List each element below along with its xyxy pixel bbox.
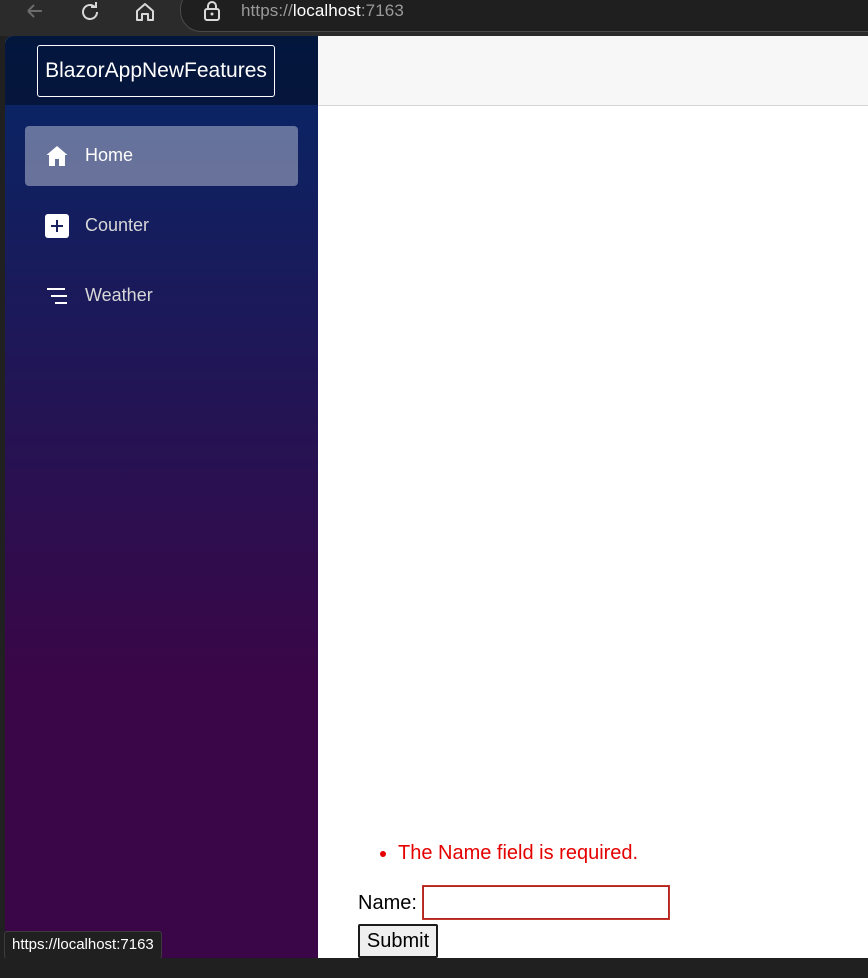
brand-link[interactable]: BlazorAppNewFeatures — [37, 45, 275, 97]
plus-square-icon — [45, 214, 69, 238]
home-icon[interactable] — [133, 0, 157, 24]
nav-item-weather[interactable]: Weather — [25, 266, 298, 326]
nav-label-home: Home — [85, 145, 134, 165]
nav-item-counter[interactable]: Counter — [25, 196, 298, 256]
sidebar: BlazorAppNewFeatures Home Counter Weathe… — [5, 36, 318, 958]
url-port: :7163 — [360, 1, 404, 20]
url-scheme: https:// — [241, 1, 293, 20]
list-icon — [45, 284, 69, 308]
url-host: localhost — [292, 1, 361, 20]
lock-icon — [203, 1, 221, 21]
nav-label-weather: Weather — [85, 285, 153, 305]
url-text[interactable]: https://localhost:7163 — [241, 1, 404, 21]
name-input[interactable] — [422, 885, 670, 920]
status-url-tooltip: https://localhost:7163 — [4, 931, 162, 959]
taskbar-strip — [0, 958, 868, 978]
nav-item-home[interactable]: Home — [25, 126, 298, 186]
top-row — [318, 36, 868, 106]
house-icon — [45, 144, 69, 168]
submit-button[interactable]: Submit — [358, 924, 438, 958]
nav-label-counter: Counter — [85, 215, 150, 235]
validation-message: The Name field is required. — [398, 840, 638, 866]
page-viewport: BlazorAppNewFeatures Home Counter Weathe… — [5, 36, 868, 958]
name-label: Name: — [358, 892, 417, 914]
back-arrow-icon[interactable] — [22, 0, 46, 24]
browser-toolbar: https://localhost:7163 — [0, 0, 868, 36]
refresh-icon[interactable] — [78, 0, 102, 24]
brand-row: BlazorAppNewFeatures — [5, 36, 318, 105]
validation-summary: The Name field is required. — [358, 840, 638, 866]
main-content: The Name field is required. Name: Submit — [318, 106, 868, 958]
